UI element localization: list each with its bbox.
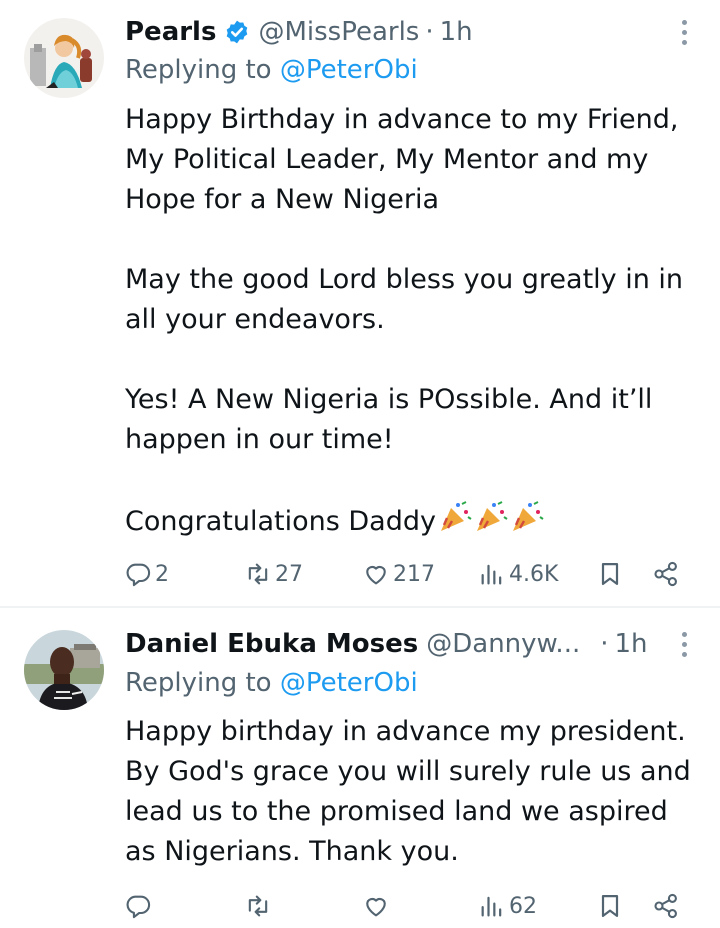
text-line bbox=[125, 340, 705, 380]
replying-prefix: Replying to bbox=[125, 668, 272, 698]
timestamp[interactable]: 1h bbox=[614, 629, 647, 659]
reply-button[interactable]: 2 bbox=[124, 554, 169, 594]
share-button[interactable] bbox=[652, 554, 680, 594]
bookmark-button[interactable] bbox=[596, 554, 624, 594]
action-bar: 2 27 217 4.6K bbox=[0, 554, 720, 594]
reply-icon bbox=[126, 563, 151, 587]
mention-link[interactable]: @PeterObi bbox=[280, 668, 418, 698]
text-line: Happy birthday in advance my president. bbox=[125, 716, 686, 747]
text-line: all your endeavors. bbox=[125, 304, 385, 335]
tweet-text: Happy birthday in advance my president. … bbox=[125, 712, 705, 872]
text-line: Hope for a New Nigeria bbox=[125, 184, 440, 215]
replying-prefix: Replying to bbox=[125, 55, 272, 85]
repost-icon bbox=[248, 563, 268, 585]
author-handle[interactable]: @Dannyw... bbox=[426, 629, 580, 659]
reply-button[interactable] bbox=[124, 886, 155, 926]
tweet[interactable]: Daniel Ebuka Moses @Dannyw... · 1h Reply… bbox=[0, 608, 720, 928]
avatar-image bbox=[24, 18, 104, 98]
text-line: Yes! A New Nigeria is POssible. And it’l… bbox=[125, 384, 653, 415]
more-icon[interactable] bbox=[672, 12, 696, 52]
tweet-text: Happy Birthday in advance to my Friend, … bbox=[125, 100, 705, 546]
replying-to: Replying to @PeterObi bbox=[125, 668, 418, 698]
reply-icon bbox=[126, 895, 151, 919]
like-icon bbox=[366, 897, 386, 917]
views-icon bbox=[481, 896, 502, 917]
avatar[interactable] bbox=[24, 630, 104, 710]
like-button[interactable]: 217 bbox=[362, 554, 435, 594]
text-line: By God's grace you will surely rule us a… bbox=[125, 756, 691, 787]
action-bar: 62 bbox=[0, 886, 720, 926]
like-icon bbox=[366, 565, 386, 585]
text-line: Happy Birthday in advance to my Friend, bbox=[125, 104, 679, 135]
text-line-last: Congratulations Daddy bbox=[125, 500, 705, 546]
repost-icon bbox=[248, 895, 268, 917]
text-line: happen in our time! bbox=[125, 424, 394, 455]
tweet-header: Daniel Ebuka Moses @Dannyw... · 1h bbox=[125, 624, 700, 664]
text-segment: Congratulations Daddy bbox=[125, 506, 436, 537]
bookmark-icon bbox=[601, 894, 619, 918]
separator-dot: · bbox=[600, 629, 609, 659]
mention-link[interactable]: @PeterObi bbox=[280, 55, 418, 85]
party-popper-icon bbox=[438, 500, 546, 546]
share-button[interactable] bbox=[652, 886, 680, 926]
bookmark-icon bbox=[601, 562, 619, 586]
text-line bbox=[125, 460, 705, 500]
repost-count: 27 bbox=[275, 561, 303, 587]
views-icon bbox=[481, 564, 502, 585]
like-button[interactable] bbox=[362, 886, 393, 926]
repost-button[interactable]: 27 bbox=[244, 554, 303, 594]
views-count: 4.6K bbox=[509, 561, 559, 587]
separator-dot: · bbox=[425, 17, 434, 47]
repost-button[interactable] bbox=[244, 886, 275, 926]
tweet-header: Pearls @MissPearls · 1h bbox=[125, 12, 700, 52]
text-line: as Nigerians. Thank you. bbox=[125, 836, 459, 867]
tweet[interactable]: Pearls @MissPearls · 1h Replying to @Pet… bbox=[0, 0, 720, 606]
text-line: lead us to the promised land we aspired bbox=[125, 796, 668, 827]
author-handle[interactable]: @MissPearls bbox=[258, 17, 419, 47]
timestamp[interactable]: 1h bbox=[440, 17, 473, 47]
text-line: My Political Leader, My Mentor and my bbox=[125, 144, 649, 175]
author-name[interactable]: Pearls bbox=[125, 17, 216, 47]
reply-count: 2 bbox=[155, 561, 169, 587]
views-count: 62 bbox=[509, 893, 537, 919]
share-icon bbox=[654, 893, 677, 919]
bookmark-button[interactable] bbox=[596, 886, 624, 926]
text-line bbox=[125, 220, 705, 260]
replying-to: Replying to @PeterObi bbox=[125, 55, 418, 85]
more-icon[interactable] bbox=[672, 624, 696, 664]
share-icon bbox=[654, 561, 677, 587]
text-line: May the good Lord bless you greatly in i… bbox=[125, 264, 684, 295]
verified-icon bbox=[224, 19, 250, 45]
avatar[interactable] bbox=[24, 18, 104, 98]
like-count: 217 bbox=[393, 561, 435, 587]
avatar-image bbox=[24, 630, 104, 710]
views-button[interactable]: 4.6K bbox=[478, 554, 558, 594]
views-button[interactable]: 62 bbox=[478, 886, 537, 926]
author-name[interactable]: Daniel Ebuka Moses bbox=[125, 629, 418, 659]
